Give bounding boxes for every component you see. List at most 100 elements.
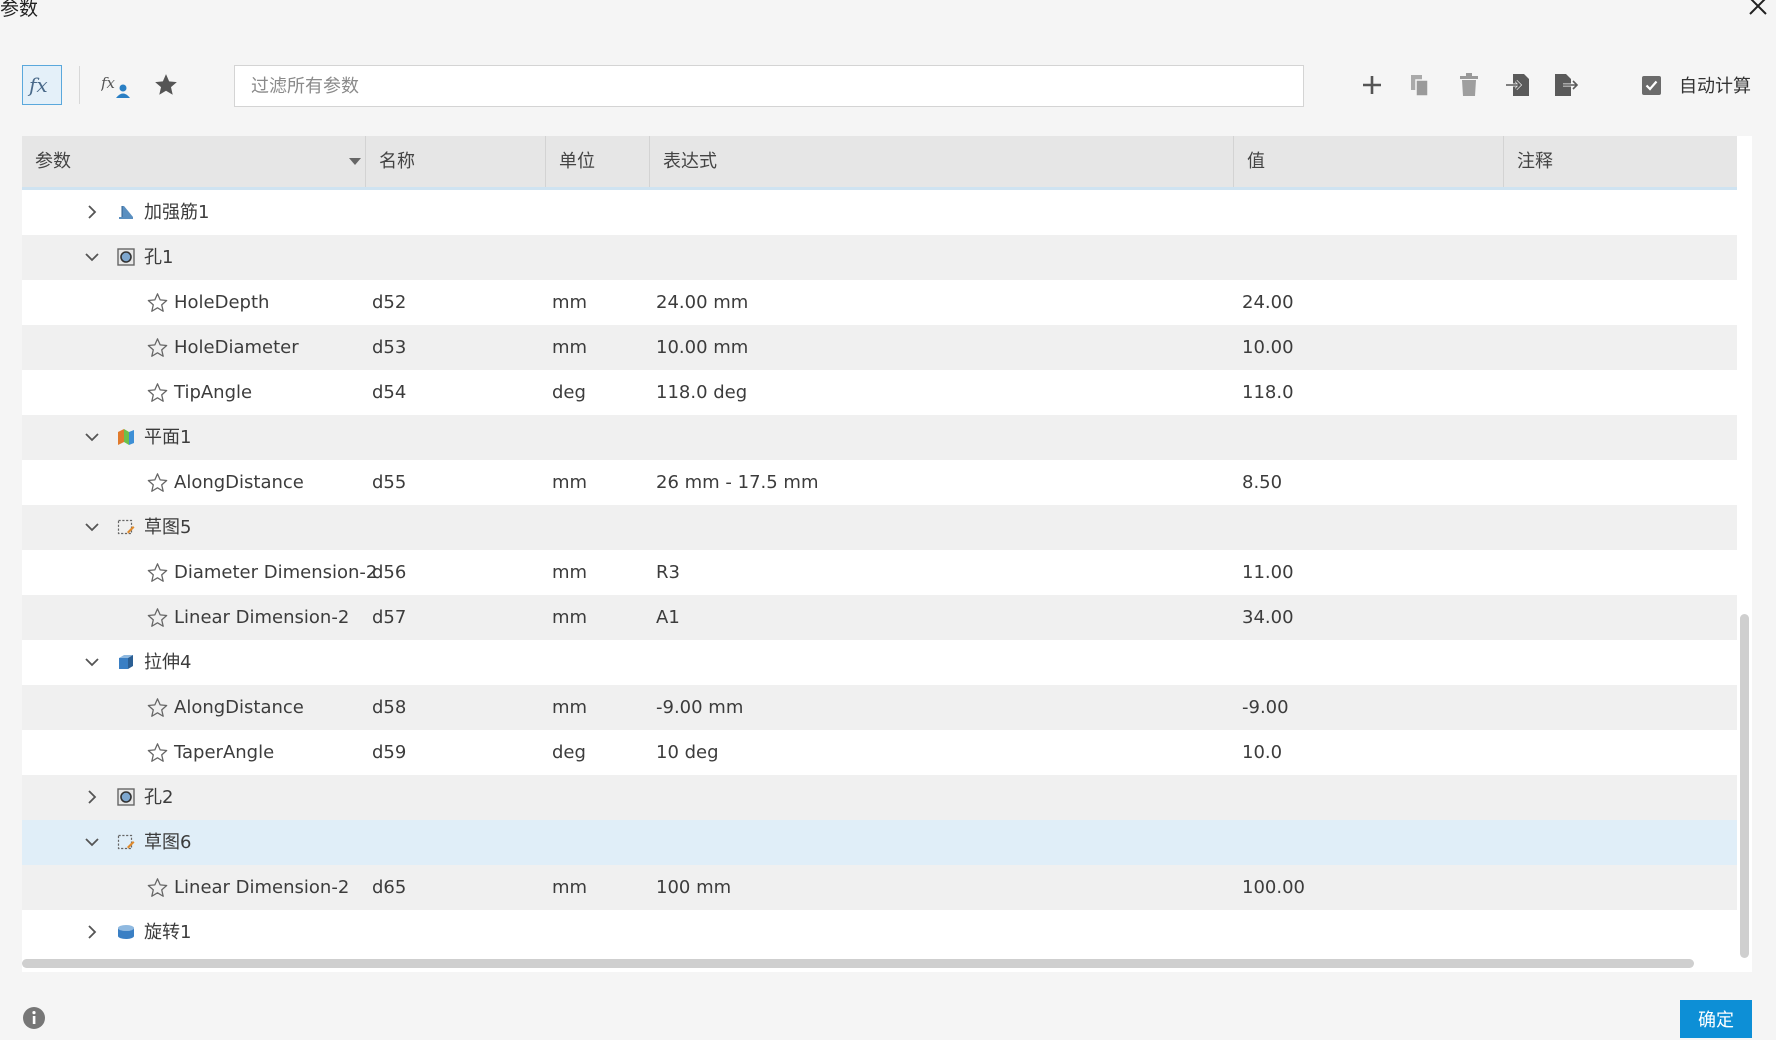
ok-button[interactable]: 确定 — [1680, 1000, 1752, 1038]
table-row[interactable]: Diameter Dimension-2 d56 mm R3 11.00 — [22, 550, 1737, 595]
column-header-param[interactable]: 参数 — [22, 136, 366, 187]
expression-cell[interactable]: R3 — [656, 550, 680, 595]
group-row[interactable]: 孔1 — [22, 235, 1737, 280]
name-cell: d65 — [372, 877, 407, 898]
extrude-icon — [116, 652, 136, 672]
chevron-down-icon[interactable] — [84, 834, 100, 850]
copy-icon[interactable] — [1402, 67, 1438, 103]
svg-text:fx: fx — [27, 73, 48, 97]
expression-cell[interactable]: A1 — [656, 595, 680, 640]
param-name-cell: Diameter Dimension-2 — [174, 562, 378, 583]
expression-cell[interactable]: 10.00 mm — [656, 325, 748, 370]
plane-icon — [116, 427, 136, 447]
table-row[interactable]: AlongDistance d58 mm -9.00 mm -9.00 — [22, 685, 1737, 730]
unit-cell: mm — [552, 472, 588, 493]
sort-arrow-icon[interactable] — [349, 158, 361, 165]
favorite-star-icon[interactable] — [146, 382, 169, 404]
group-row[interactable]: 拉伸4 — [22, 640, 1737, 685]
column-header-expr[interactable]: 表达式 — [650, 136, 1234, 187]
name-cell: d58 — [372, 697, 407, 718]
column-header-value[interactable]: 值 — [1234, 136, 1504, 187]
table-row[interactable]: TipAngle d54 deg 118.0 deg 118.0 — [22, 370, 1737, 415]
name-cell: d54 — [372, 382, 407, 403]
toolbar: fx fx 自动计算 — [0, 62, 1776, 112]
group-row[interactable]: 平面1 — [22, 415, 1737, 460]
expression-cell[interactable]: 24.00 mm — [656, 280, 748, 325]
group-row[interactable]: 草图5 — [22, 505, 1737, 550]
param-name-cell: AlongDistance — [174, 472, 304, 493]
star-icon[interactable] — [148, 67, 184, 103]
column-header-name[interactable]: 名称 — [366, 136, 546, 187]
unit-cell: mm — [552, 607, 588, 628]
value-cell: 8.50 — [1242, 472, 1283, 493]
table-row[interactable]: HoleDepth d52 mm 24.00 mm 24.00 — [22, 280, 1737, 325]
expression-cell[interactable]: -9.00 mm — [656, 685, 743, 730]
chevron-right-icon[interactable] — [84, 924, 100, 940]
info-icon[interactable] — [22, 1006, 46, 1030]
auto-calc-toggle[interactable]: 自动计算 — [1642, 72, 1751, 98]
column-header-unit[interactable]: 单位 — [546, 136, 650, 187]
close-icon[interactable] — [1744, 0, 1772, 20]
auto-calc-checkbox[interactable] — [1642, 75, 1661, 95]
chevron-right-icon[interactable] — [84, 204, 100, 220]
favorite-star-icon[interactable] — [146, 337, 169, 359]
expression-cell[interactable]: 118.0 deg — [656, 370, 747, 415]
trash-icon[interactable] — [1451, 67, 1487, 103]
expression-cell[interactable]: 100 mm — [656, 865, 731, 910]
user-fx-icon[interactable]: fx — [98, 67, 134, 103]
param-name-cell: TaperAngle — [174, 742, 275, 763]
chevron-down-icon[interactable] — [84, 249, 100, 265]
hole-icon — [116, 787, 136, 807]
favorite-star-icon[interactable] — [146, 877, 169, 899]
search-input[interactable] — [234, 65, 1304, 107]
group-label: 拉伸4 — [144, 652, 192, 673]
favorite-star-icon[interactable] — [146, 742, 169, 764]
group-row[interactable]: 孔2 — [22, 775, 1737, 820]
group-label: 草图5 — [144, 517, 192, 538]
export-icon[interactable] — [1548, 67, 1584, 103]
fx-icon[interactable]: fx — [22, 65, 62, 105]
import-icon[interactable] — [1500, 67, 1536, 103]
chevron-down-icon[interactable] — [84, 429, 100, 445]
svg-text:fx: fx — [101, 74, 116, 92]
table-row[interactable]: AlongDistance d55 mm 26 mm - 17.5 mm 8.50 — [22, 460, 1737, 505]
expression-cell[interactable]: 26 mm - 17.5 mm — [656, 460, 819, 505]
group-row[interactable]: 草图6 — [22, 820, 1737, 865]
column-header-comment[interactable]: 注释 — [1504, 136, 1737, 187]
value-cell: 11.00 — [1242, 562, 1294, 583]
chevron-right-icon[interactable] — [84, 789, 100, 805]
horizontal-scrollbar[interactable] — [22, 959, 1694, 968]
param-name-cell: HoleDepth — [174, 292, 270, 313]
param-name-cell: Linear Dimension-2 — [174, 607, 350, 628]
plus-icon[interactable] — [1354, 67, 1390, 103]
expression-cell[interactable]: 10 deg — [656, 730, 719, 775]
table-row[interactable]: Linear Dimension-2 d65 mm 100 mm 100.00 — [22, 865, 1737, 910]
favorite-star-icon[interactable] — [146, 562, 169, 584]
chevron-down-icon[interactable] — [84, 519, 100, 535]
group-label: 孔2 — [144, 787, 174, 808]
unit-cell: deg — [552, 382, 586, 403]
table-row[interactable]: TaperAngle d59 deg 10 deg 10.0 — [22, 730, 1737, 775]
table-header: 参数 名称 单位 表达式 值 注释 — [22, 136, 1737, 190]
group-label: 平面1 — [144, 427, 192, 448]
name-cell: d55 — [372, 472, 407, 493]
group-row[interactable]: 加强筋1 — [22, 190, 1737, 235]
name-cell: d57 — [372, 607, 407, 628]
table-row[interactable]: Linear Dimension-2 d57 mm A1 34.00 — [22, 595, 1737, 640]
vertical-scrollbar[interactable] — [1740, 614, 1749, 958]
favorite-star-icon[interactable] — [146, 607, 169, 629]
name-cell: d53 — [372, 337, 407, 358]
table-row[interactable]: HoleDiameter d53 mm 10.00 mm 10.00 — [22, 325, 1737, 370]
value-cell: 24.00 — [1242, 292, 1294, 313]
sketch-icon — [116, 832, 136, 852]
name-cell: d52 — [372, 292, 407, 313]
column-header-value-label: 值 — [1247, 151, 1265, 172]
favorite-star-icon[interactable] — [146, 292, 169, 314]
favorite-star-icon[interactable] — [146, 697, 169, 719]
param-name-cell: TipAngle — [174, 382, 253, 403]
chevron-down-icon[interactable] — [84, 654, 100, 670]
parameters-table: 参数 名称 单位 表达式 值 注释 加强筋1 孔1 HoleDepth d52 mm 24… — [22, 136, 1752, 972]
group-row[interactable]: 旋转1 — [22, 910, 1737, 955]
column-header-unit-label: 单位 — [559, 151, 595, 172]
favorite-star-icon[interactable] — [146, 472, 169, 494]
